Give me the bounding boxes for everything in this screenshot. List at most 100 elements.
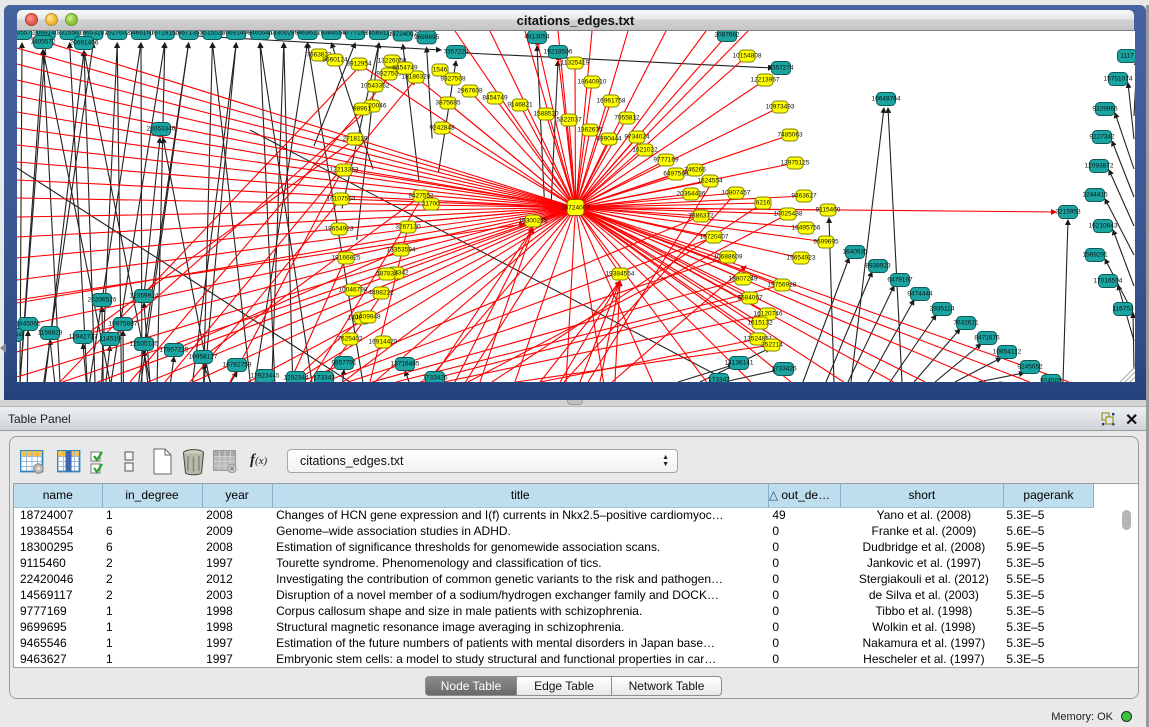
svg-text:17016504: 17016504 xyxy=(1094,278,1123,285)
svg-text:10654112: 10654112 xyxy=(993,349,1022,356)
svg-text:7625402: 7625402 xyxy=(337,336,363,343)
svg-text:10975887: 10975887 xyxy=(109,321,138,328)
svg-text:4813054: 4813054 xyxy=(524,34,550,41)
svg-text:10807457: 10807457 xyxy=(722,190,751,197)
svg-text:16210643: 16210643 xyxy=(1089,223,1118,230)
svg-text:3875685: 3875685 xyxy=(435,100,461,107)
svg-text:7357274: 7357274 xyxy=(768,65,794,72)
svg-text:12213363: 12213363 xyxy=(330,167,359,174)
svg-text:20206526: 20206526 xyxy=(88,297,117,304)
svg-text:10543362: 10543362 xyxy=(361,83,390,90)
svg-text:15300275: 15300275 xyxy=(519,218,548,225)
svg-text:4498222: 4498222 xyxy=(368,290,394,297)
svg-text:9242848: 9242848 xyxy=(429,125,455,132)
svg-text:9245052: 9245052 xyxy=(1017,364,1043,371)
svg-text:114519: 114519 xyxy=(99,336,121,343)
svg-text:10154808: 10154808 xyxy=(733,53,762,60)
svg-text:6479197: 6479197 xyxy=(887,277,913,284)
svg-text:10973493: 10973493 xyxy=(766,104,795,111)
svg-text:5322037: 5322037 xyxy=(556,117,582,124)
svg-text:9327508: 9327508 xyxy=(440,76,466,83)
svg-text:1733426: 1733426 xyxy=(422,375,448,382)
svg-text:9463627: 9463627 xyxy=(791,193,817,200)
svg-text:19166825: 19166825 xyxy=(332,255,361,262)
svg-text:39154: 39154 xyxy=(17,332,22,339)
svg-text:3912954: 3912954 xyxy=(346,61,372,68)
svg-text:1362635: 1362635 xyxy=(577,127,603,134)
svg-text:8471676: 8471676 xyxy=(974,335,1000,342)
svg-text:20691406: 20691406 xyxy=(70,40,99,47)
svg-text:12359924: 12359924 xyxy=(130,293,159,300)
svg-text:10688609: 10688609 xyxy=(714,254,743,261)
svg-text:11700: 11700 xyxy=(422,201,440,208)
svg-text:16107554: 16107554 xyxy=(327,196,356,203)
svg-text:9734024: 9734024 xyxy=(624,134,650,141)
svg-text:15720407: 15720407 xyxy=(700,234,729,241)
svg-text:116753: 116753 xyxy=(1112,306,1134,313)
svg-text:1117: 1117 xyxy=(1120,53,1134,60)
svg-text:19218506: 19218506 xyxy=(544,49,573,56)
svg-text:16495756: 16495756 xyxy=(792,225,821,232)
svg-text:1640935: 1640935 xyxy=(842,249,868,256)
svg-text:1588520: 1588520 xyxy=(533,111,559,118)
svg-text:9115460: 9115460 xyxy=(816,207,841,214)
svg-text:8938923: 8938923 xyxy=(865,263,891,270)
svg-text:8454749: 8454749 xyxy=(482,95,508,102)
svg-text:12213967: 12213967 xyxy=(751,77,780,84)
svg-text:9146821: 9146821 xyxy=(507,102,533,109)
svg-text:20053346: 20053346 xyxy=(147,126,176,133)
svg-text:10958127: 10958127 xyxy=(189,354,218,361)
svg-text:7955812: 7955812 xyxy=(614,115,640,122)
svg-text:12505135: 12505135 xyxy=(130,341,159,348)
svg-text:1733426: 1733426 xyxy=(771,366,797,373)
svg-text:17957225: 17957225 xyxy=(160,347,189,354)
svg-text:12942737: 12942737 xyxy=(69,334,98,341)
svg-text:14136141: 14136141 xyxy=(725,360,754,367)
svg-text:12923445: 12923445 xyxy=(251,373,280,380)
svg-text:7485063: 7485063 xyxy=(777,132,803,139)
svg-text:1405572: 1405572 xyxy=(30,39,56,46)
svg-text:1615132: 1615132 xyxy=(747,320,773,327)
svg-text:1409948: 1409948 xyxy=(355,314,381,321)
svg-text:3684067: 3684067 xyxy=(737,295,763,302)
svg-text:16914479: 16914479 xyxy=(369,339,398,346)
svg-text:7357224: 7357224 xyxy=(443,49,469,56)
svg-text:18807249: 18807249 xyxy=(729,276,758,283)
svg-text:1569291: 1569291 xyxy=(1082,252,1108,259)
svg-text:173342: 173342 xyxy=(708,377,730,383)
svg-text:9474444: 9474444 xyxy=(907,291,933,298)
svg-text:19756928: 19756928 xyxy=(768,282,797,289)
svg-text:9699695: 9699695 xyxy=(813,239,839,246)
svg-text:16120746: 16120746 xyxy=(754,311,783,318)
svg-text:587834: 587834 xyxy=(376,271,398,278)
svg-text:1546: 1546 xyxy=(433,67,448,74)
svg-text:8454749: 8454749 xyxy=(392,65,418,72)
svg-text:3215953: 3215953 xyxy=(1055,209,1081,216)
svg-text:6216: 6216 xyxy=(756,200,771,207)
svg-text:7386372: 7386372 xyxy=(688,213,714,220)
svg-text:12093872: 12093872 xyxy=(1085,163,1114,170)
svg-text:19654923: 19654923 xyxy=(325,226,354,233)
svg-text:98961: 98961 xyxy=(353,106,371,113)
svg-text:10648764: 10648764 xyxy=(872,96,901,103)
svg-text:9699695: 9699695 xyxy=(414,34,440,41)
svg-text:2718119: 2718119 xyxy=(343,136,368,143)
svg-text:9777169: 9777169 xyxy=(653,157,679,164)
svg-text:1621022: 1621022 xyxy=(632,147,658,154)
svg-text:9329966: 9329966 xyxy=(1092,106,1118,113)
svg-text:19384554: 19384554 xyxy=(606,271,635,278)
svg-text:924505: 924505 xyxy=(1040,378,1062,383)
svg-text:10046798: 10046798 xyxy=(339,287,368,294)
svg-text:1624554: 1624554 xyxy=(697,178,723,185)
svg-text:6497568: 6497568 xyxy=(663,171,689,178)
svg-text:3267130: 3267130 xyxy=(395,224,421,231)
svg-text:2087662: 2087662 xyxy=(714,32,740,39)
svg-text:7632621: 7632621 xyxy=(953,320,979,327)
svg-text:9857791: 9857791 xyxy=(331,360,357,367)
svg-text:6990444: 6990444 xyxy=(596,136,622,143)
svg-text:173342: 173342 xyxy=(313,375,335,382)
svg-text:1244415: 1244415 xyxy=(1082,192,1108,199)
svg-text:15751074: 15751074 xyxy=(1104,76,1133,83)
svg-text:8660124: 8660124 xyxy=(322,57,348,64)
svg-text:9227342: 9227342 xyxy=(1089,134,1115,141)
